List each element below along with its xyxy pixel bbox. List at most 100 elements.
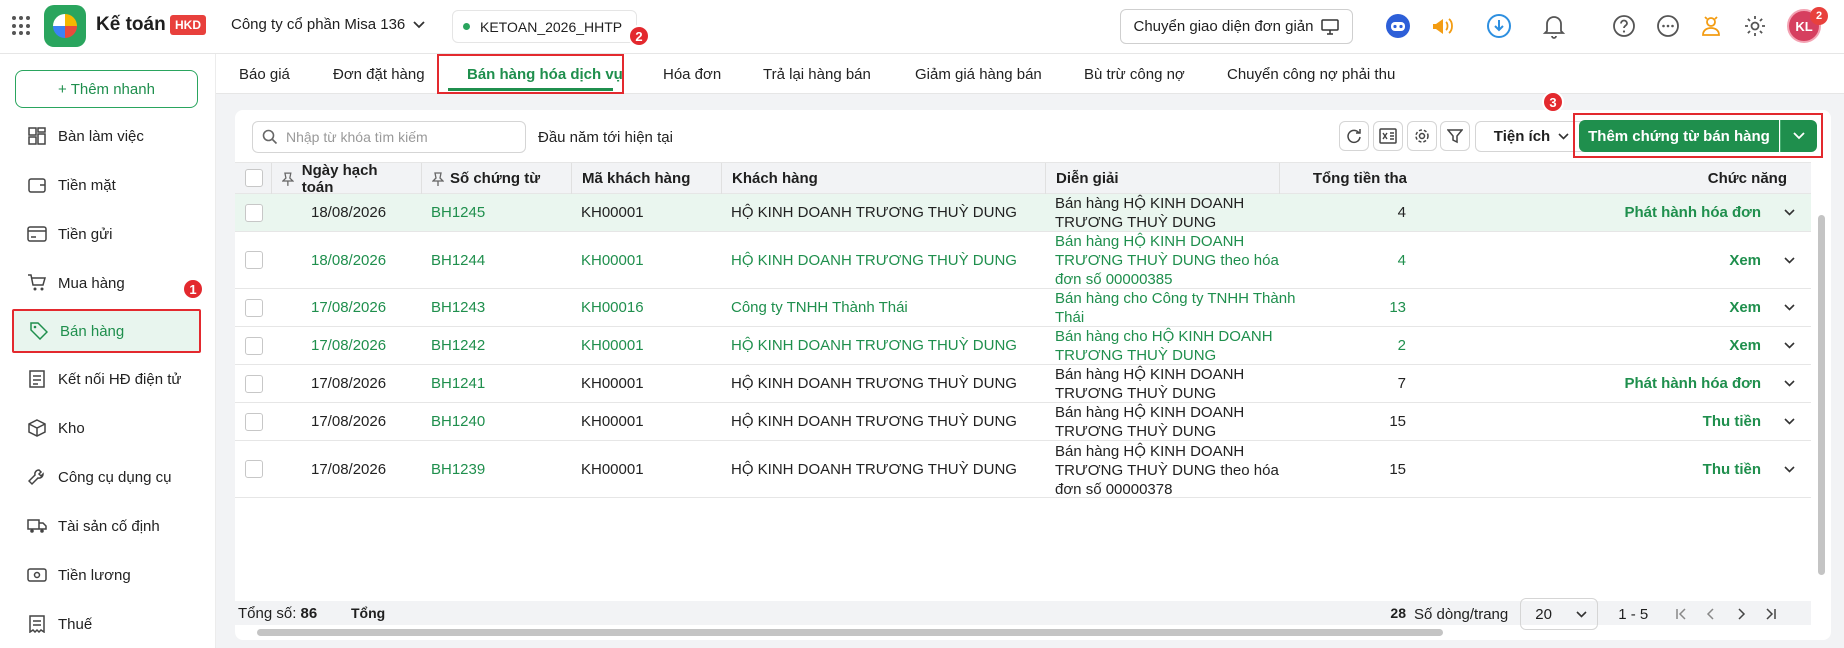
sidebar-item-dashboard[interactable]: Bàn làm việc xyxy=(12,115,201,157)
row-checkbox[interactable] xyxy=(245,251,263,269)
cell-customer: HỘ KINH DOANH TRƯƠNG THUỲ DUNG xyxy=(731,251,1017,269)
sidebar-item-cash[interactable]: Tiền mặt xyxy=(12,164,201,206)
column-header-total[interactable]: Tổng tiền tha xyxy=(1279,163,1407,194)
sidebar-item-label: Bán hàng xyxy=(60,322,125,340)
chevron-down-icon[interactable] xyxy=(1784,232,1795,288)
last-page-icon[interactable] xyxy=(1760,603,1782,625)
company-selector[interactable]: Công ty cổ phần Misa 136 xyxy=(231,16,425,33)
sidebar-item-einvoice[interactable]: Kết nối HĐ điện tử xyxy=(12,358,201,400)
column-header-customer-code[interactable]: Mã khách hàng xyxy=(571,163,721,194)
cell-date: 17/08/2026 xyxy=(311,375,387,392)
tab-quotation[interactable]: Báo giá xyxy=(239,54,290,94)
chevron-down-icon[interactable] xyxy=(1784,289,1795,326)
cell-total: 2 xyxy=(1397,337,1406,354)
refresh-button[interactable] xyxy=(1339,121,1369,151)
table-row[interactable]: 18/08/2026 BH1244 KH00001 HỘ KINH DOANH … xyxy=(235,232,1811,289)
page-range: 1 - 5 xyxy=(1618,605,1649,623)
first-page-icon[interactable] xyxy=(1670,603,1692,625)
table-row[interactable]: 17/08/2026 BH1242 KH00001 HỘ KINH DOANH … xyxy=(235,327,1811,365)
sidebar-item-warehouse[interactable]: Kho xyxy=(12,407,201,449)
utilities-dropdown[interactable]: Tiện ích xyxy=(1475,121,1588,152)
select-all-checkbox[interactable] xyxy=(245,169,263,187)
cell-voucher-no[interactable]: BH1241 xyxy=(431,365,485,402)
column-header-date[interactable]: Ngày hạch toán xyxy=(271,162,421,196)
chevron-down-icon[interactable] xyxy=(1784,327,1795,364)
sidebar-item-fixed-assets[interactable]: Tài sản cố định xyxy=(12,505,201,547)
horizontal-scrollbar[interactable] xyxy=(257,629,1443,636)
sidebar-item-payroll[interactable]: Tiền lương xyxy=(12,554,201,596)
row-action-link[interactable]: Phát hành hóa đơn xyxy=(1625,365,1762,402)
tab-debt-offset[interactable]: Bù trừ công nợ xyxy=(1084,54,1185,94)
tab-invoice[interactable]: Hóa đơn xyxy=(663,54,721,94)
tab-sales-return[interactable]: Trả lại hàng bán xyxy=(763,54,871,94)
more-icon[interactable] xyxy=(1655,13,1681,39)
chevron-down-icon[interactable] xyxy=(1784,194,1795,231)
vertical-scrollbar[interactable] xyxy=(1818,215,1825,575)
cell-voucher-no[interactable]: BH1243 xyxy=(431,289,485,326)
row-action-link[interactable]: Xem xyxy=(1729,327,1761,364)
row-checkbox[interactable] xyxy=(245,413,263,431)
export-excel-button[interactable] xyxy=(1373,121,1403,151)
column-header-customer[interactable]: Khách hàng xyxy=(721,163,1045,194)
row-checkbox[interactable] xyxy=(245,299,263,317)
search-box[interactable]: Nhập từ khóa tìm kiếm xyxy=(252,121,526,153)
row-action-link[interactable]: Thu tiền xyxy=(1703,403,1761,440)
settings-button[interactable] xyxy=(1407,121,1437,151)
row-checkbox[interactable] xyxy=(245,375,263,393)
period-filter[interactable]: Đầu năm tới hiện tại xyxy=(538,129,673,146)
sidebar-item-deposits[interactable]: Tiền gửi xyxy=(12,213,201,255)
quick-add-button[interactable]: + Thêm nhanh xyxy=(15,70,198,108)
settings-gear-icon[interactable] xyxy=(1742,13,1768,39)
add-sales-voucher-button[interactable]: Thêm chứng từ bán hàng xyxy=(1579,120,1779,152)
row-action-link[interactable]: Xem xyxy=(1729,232,1761,288)
annotation-step-2: 2 xyxy=(628,25,650,47)
tab-sales-discount[interactable]: Giảm giá hàng bán xyxy=(915,54,1042,94)
filter-button[interactable] xyxy=(1440,121,1470,151)
bell-icon[interactable] xyxy=(1541,13,1567,39)
rows-per-page-select[interactable]: 20 xyxy=(1520,598,1599,630)
tab-receivable-transfer[interactable]: Chuyển công nợ phải thu xyxy=(1227,54,1395,94)
app-grid-icon[interactable] xyxy=(12,16,32,36)
robot-assistant-icon[interactable] xyxy=(1385,13,1411,39)
row-checkbox[interactable] xyxy=(245,460,263,478)
cell-voucher-no[interactable]: BH1244 xyxy=(431,232,485,288)
table-row[interactable]: 17/08/2026 BH1239 KH00001 HỘ KINH DOANH … xyxy=(235,441,1811,498)
tab-sales-order[interactable]: Đơn đặt hàng xyxy=(333,54,425,94)
database-selector[interactable]: KETOAN_2026_HHTP xyxy=(452,10,638,43)
sidebar-item-tools[interactable]: Công cụ dụng cụ xyxy=(12,456,201,498)
megaphone-icon[interactable] xyxy=(1429,13,1455,39)
add-voucher-dropdown-button[interactable] xyxy=(1780,120,1817,152)
chevron-down-icon[interactable] xyxy=(1784,365,1795,402)
column-header-description[interactable]: Diễn giải xyxy=(1045,163,1279,194)
cell-voucher-no[interactable]: BH1245 xyxy=(431,194,485,231)
row-checkbox[interactable] xyxy=(245,337,263,355)
sidebar-item-sales[interactable]: Bán hàng xyxy=(12,309,201,353)
cell-voucher-no[interactable]: BH1242 xyxy=(431,327,485,364)
next-page-icon[interactable] xyxy=(1730,603,1752,625)
previous-page-icon[interactable] xyxy=(1700,603,1722,625)
download-icon[interactable] xyxy=(1486,13,1512,39)
table-row[interactable]: 18/08/2026 BH1245 KH00001 HỘ KINH DOANH … xyxy=(235,194,1811,232)
row-checkbox[interactable] xyxy=(245,204,263,222)
sidebar-item-label: Kho xyxy=(58,419,85,437)
column-header-voucher-no[interactable]: Số chứng từ xyxy=(421,163,571,194)
row-action-link[interactable]: Xem xyxy=(1729,289,1761,326)
chevron-down-icon[interactable] xyxy=(1784,441,1795,497)
table-row[interactable]: 17/08/2026 BH1240 KH00001 HỘ KINH DOANH … xyxy=(235,403,1811,441)
app-logo[interactable] xyxy=(44,5,86,47)
cell-voucher-no[interactable]: BH1239 xyxy=(431,441,485,497)
tools-icon xyxy=(26,466,48,488)
row-action-link[interactable]: Thu tiền xyxy=(1703,441,1761,497)
support-person-icon[interactable] xyxy=(1698,13,1724,39)
help-icon[interactable] xyxy=(1611,13,1637,39)
sidebar-item-tax[interactable]: Thuế xyxy=(12,603,201,645)
table-row[interactable]: 17/08/2026 BH1241 KH00001 HỘ KINH DOANH … xyxy=(235,365,1811,403)
sidebar: + Thêm nhanh Bàn làm việc Tiền mặt Tiền … xyxy=(0,54,216,648)
row-action-link[interactable]: Phát hành hóa đơn xyxy=(1625,194,1762,231)
table-row[interactable]: 17/08/2026 BH1243 KH00016 Công ty TNHH T… xyxy=(235,289,1811,327)
simple-view-button[interactable]: Chuyển giao diện đơn giản xyxy=(1120,9,1353,44)
chevron-down-icon[interactable] xyxy=(1784,403,1795,440)
sidebar-item-purchasing[interactable]: Mua hàng xyxy=(12,262,201,304)
sidebar-item-label: Tiền mặt xyxy=(58,176,116,194)
cell-voucher-no[interactable]: BH1240 xyxy=(431,403,485,440)
